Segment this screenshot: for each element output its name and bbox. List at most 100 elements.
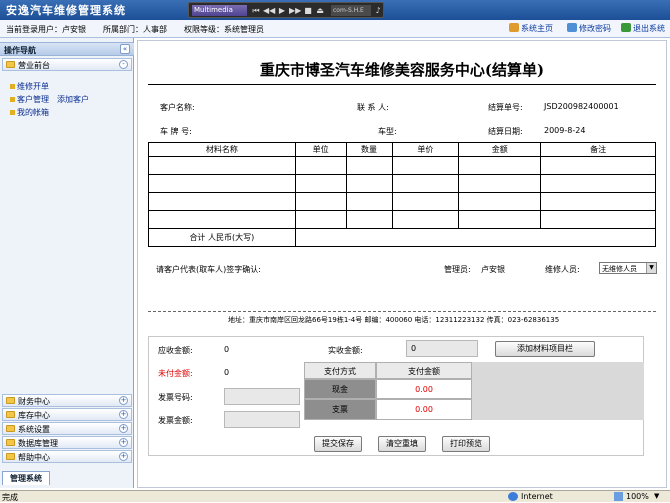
column-header: 备注 [540,142,656,157]
column-header: 金额 [458,142,542,157]
app-title: 安逸汽车维修管理系统 [6,4,126,17]
expand-icon[interactable]: + [119,438,128,447]
status-bar: 完成 Internet 100% ▼ [0,490,670,502]
folder-icon [6,453,15,460]
receivable-label: 应收金额: [158,346,193,355]
clear-reset-button[interactable]: 清空重填 [378,436,426,452]
user-info-bar: 当前登录用户：卢安银 所属部门：人事部 权限等级：系统管理员 系统主页 修改密码… [0,20,670,38]
payment-methods-grid: 支付方式 支付金额 现金 0.00 支票 0.00 [304,362,644,420]
stop-icon[interactable]: ■ [303,5,313,16]
sidebar-group-help[interactable]: 帮助中心 + [2,450,132,463]
sidebar-title: 操作导航 [4,46,36,55]
tab-management-system[interactable]: 管理系统 [2,471,50,485]
expand-icon[interactable]: + [119,452,128,461]
received-field[interactable]: 0 [406,340,478,357]
sidebar-item-my-account[interactable]: 我的帐箱 [10,107,49,118]
chevron-down-icon[interactable]: ▼ [654,492,659,500]
eject-icon[interactable]: ⏏ [315,5,325,16]
sidebar-group-settings[interactable]: 系统设置 + [2,422,132,435]
model-label: 车型: [378,127,397,136]
sidebar-group-database[interactable]: 数据库管理 + [2,436,132,449]
change-password-link[interactable]: 修改密码 [567,23,611,34]
player-track: com-S.H.E [331,5,371,16]
print-preview-button[interactable]: 打印预览 [442,436,490,452]
add-material-button[interactable]: 添加材料项目栏 [495,341,595,357]
expand-icon[interactable]: + [119,424,128,433]
collapse-sidebar-button[interactable]: « [120,44,130,54]
status-text: 完成 [2,493,18,502]
receivable-value: 0 [224,345,230,354]
bullet-icon [10,84,15,89]
materials-table: 材料名称 单位 数量 单价 金额 备注 合计 人民币(大写) [148,142,657,247]
play-icon[interactable]: ▶ [277,5,287,16]
volume-icon[interactable]: ♪ [373,5,383,16]
column-header: 单位 [294,142,347,157]
sidebar-group-finance[interactable]: 财务中心 + [2,394,132,407]
submit-save-button[interactable]: 提交保存 [314,436,362,452]
globe-icon [508,492,518,501]
sidebar-item-add-customer[interactable]: 添加客户 [57,94,89,105]
folder-icon [6,61,15,68]
order-no-value: JSD200982400001 [544,102,619,111]
chevron-down-icon[interactable]: ▼ [646,263,656,273]
invoice-no-label: 发票号码: [158,393,193,402]
rewind-icon[interactable]: ◀◀ [263,5,275,16]
manager-value: 卢安银 [481,265,505,274]
prev-icon[interactable]: ⏮ [251,5,261,16]
invoice-no-input[interactable] [224,388,300,405]
column-header: 材料名称 [148,142,296,157]
forward-icon[interactable]: ▶▶ [289,5,301,16]
sidebar-item-customer-mgmt[interactable]: 客户管理 [10,94,49,105]
customer-name-label: 客户名称: [160,103,195,112]
date-label: 结算日期: [488,127,523,136]
total-label: 合计 人民币(大写) [148,228,296,247]
folder-icon [6,439,15,446]
zone-text: Internet [521,492,553,501]
table-row [148,156,656,175]
table-row [148,210,656,229]
home-link[interactable]: 系统主页 [509,23,553,34]
check-label: 支票 [304,399,376,420]
zoom-icon [614,492,623,501]
folder-icon [6,411,15,418]
manager-label: 管理员: [444,265,471,274]
table-row [148,192,656,211]
zoom-level[interactable]: 100% [626,492,649,501]
cash-amount-input[interactable]: 0.00 [376,379,472,399]
total-row: 合计 人民币(大写) [148,228,657,247]
plate-label: 车 牌 号: [160,127,192,136]
sidebar-group-front-desk[interactable]: 营业前台 - [2,58,132,71]
department: 所属部门：人事部 [103,25,167,34]
media-player[interactable]: Multimedia ⏮ ◀◀ ▶ ▶▶ ■ ⏏ com-S.H.E ♪ [188,2,384,18]
expand-icon[interactable]: + [119,410,128,419]
group-label: 系统设置 [18,425,50,434]
cash-label: 现金 [304,379,376,399]
current-user: 当前登录用户：卢安银 [6,25,86,34]
player-display: Multimedia [192,5,247,16]
title-divider [148,84,656,85]
sidebar: 操作导航 « 营业前台 - 维修开单 客户管理 添加客户 我的帐箱 财务中心 +… [0,38,134,488]
folder-icon [6,425,15,432]
home-icon [509,23,519,32]
expand-icon[interactable]: + [119,396,128,405]
received-label: 实收金额: [328,346,363,355]
date-value: 2009-8-24 [544,126,586,135]
document-title: 重庆市博圣汽车维修美容服务中心(结算单) [259,61,545,79]
sidebar-header: 操作导航 « [0,42,134,56]
total-value [294,228,657,247]
sidebar-group-inventory[interactable]: 库存中心 + [2,408,132,421]
permission-level: 权限等级：系统管理员 [184,25,264,34]
invoice-amount-label: 发票金额: [158,416,193,425]
logout-link[interactable]: 退出系统 [621,23,665,34]
payment-section: 应收金额: 0 实收金额: 0 添加材料项目栏 未付金额: 0 支付方式 支付金… [148,336,644,456]
company-address: 地址：重庆市南岸区回龙路66号19栋1-4号 邮编：400060 电话：1231… [228,316,560,324]
collapse-icon[interactable]: - [119,60,128,69]
invoice-amount-input[interactable] [224,411,300,428]
group-label: 财务中心 [18,397,50,406]
sidebar-item-repair-order[interactable]: 维修开单 [10,81,49,92]
group-label: 数据库管理 [18,439,58,448]
method-header: 支付方式 [304,362,376,379]
repairer-select[interactable]: 无维修人员 ▼ [599,262,657,274]
group-label: 帮助中心 [18,453,50,462]
check-amount-input[interactable]: 0.00 [376,399,472,420]
